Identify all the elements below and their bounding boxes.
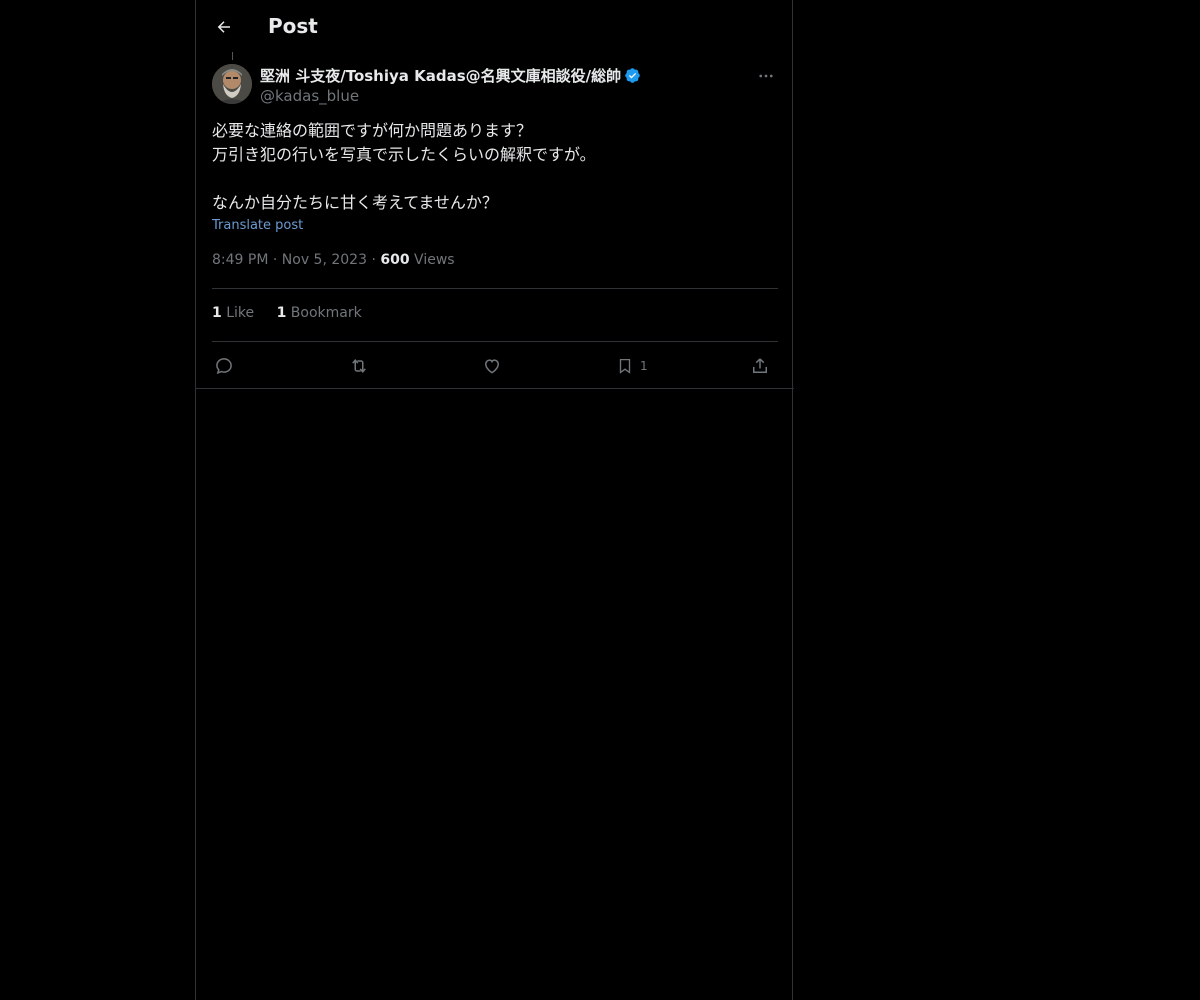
retweet-button[interactable] bbox=[348, 352, 370, 380]
tweet-text-line: 万引き犯の行いを写真で示したくらいの解釈ですが。 bbox=[212, 145, 596, 164]
more-options-button[interactable] bbox=[754, 66, 778, 86]
retweet-icon bbox=[352, 359, 366, 373]
share-icon bbox=[753, 358, 767, 373]
header: Post bbox=[196, 0, 794, 54]
tweet-text-line: 必要な連絡の範囲ですが何か問題あります？ bbox=[212, 121, 533, 140]
bookmarks-label: Bookmark bbox=[290, 305, 362, 321]
avatar[interactable] bbox=[212, 64, 252, 104]
likes-label: Like bbox=[226, 305, 255, 321]
bookmark-count: 1 bbox=[640, 359, 648, 373]
thread-connector bbox=[232, 52, 233, 60]
views-count: 600 bbox=[380, 252, 410, 268]
bookmarks-stat[interactable]: 1 Bookmark bbox=[277, 305, 362, 321]
likes-stat[interactable]: 1 Like bbox=[212, 305, 254, 321]
handle[interactable]: @kadas_blue bbox=[260, 86, 740, 106]
views-label: Views bbox=[414, 252, 455, 268]
tweet-meta: 8:49 PM · Nov 5, 2023 · 600 Views bbox=[212, 252, 455, 268]
divider bbox=[212, 341, 778, 342]
page-title: Post bbox=[268, 14, 318, 38]
author-block: 堅洲 斗支夜/Toshiya Kadas@名興文庫相談役/総帥 @kadas_b… bbox=[260, 64, 740, 106]
translate-post-link[interactable]: Translate post bbox=[212, 218, 303, 233]
divider bbox=[196, 388, 794, 389]
bookmark-icon bbox=[619, 358, 631, 374]
display-name[interactable]: 堅洲 斗支夜/Toshiya Kadas@名興文庫相談役/総帥 bbox=[260, 65, 621, 86]
more-icon bbox=[759, 74, 773, 78]
engagement-stats: 1 Like 1 Bookmark bbox=[212, 305, 380, 321]
reply-icon bbox=[216, 358, 232, 375]
like-button[interactable] bbox=[482, 352, 502, 380]
avatar-image bbox=[212, 64, 252, 104]
bookmark-button[interactable]: 1 bbox=[616, 352, 648, 380]
back-button[interactable] bbox=[210, 13, 238, 41]
heart-icon bbox=[484, 359, 500, 374]
reply-button[interactable] bbox=[214, 352, 234, 380]
likes-count: 1 bbox=[212, 305, 222, 321]
tweet-text-line bbox=[212, 167, 778, 191]
tweet-date[interactable]: Nov 5, 2023 bbox=[282, 252, 367, 268]
tweet-text-line: なんか自分たちに甘く考えてませんか？ bbox=[212, 193, 498, 212]
verified-badge-icon[interactable] bbox=[624, 67, 641, 84]
main-column: Post 堅洲 斗支夜/Toshiya Kadas@名興文庫相談役/総帥 @ka… bbox=[195, 0, 794, 1000]
divider bbox=[212, 288, 778, 289]
bookmarks-count: 1 bbox=[276, 305, 287, 321]
action-bar: 1 bbox=[212, 352, 778, 380]
meta-separator: · bbox=[272, 252, 278, 268]
tweet-text: 必要な連絡の範囲ですが何か問題あります？ 万引き犯の行いを写真で示したくらいの解… bbox=[212, 119, 778, 215]
tweet-time[interactable]: 8:49 PM bbox=[212, 252, 268, 268]
arrow-left-icon bbox=[217, 21, 230, 33]
meta-separator: · bbox=[371, 252, 376, 268]
display-name-row: 堅洲 斗支夜/Toshiya Kadas@名興文庫相談役/総帥 bbox=[260, 64, 740, 86]
share-button[interactable] bbox=[750, 352, 770, 380]
